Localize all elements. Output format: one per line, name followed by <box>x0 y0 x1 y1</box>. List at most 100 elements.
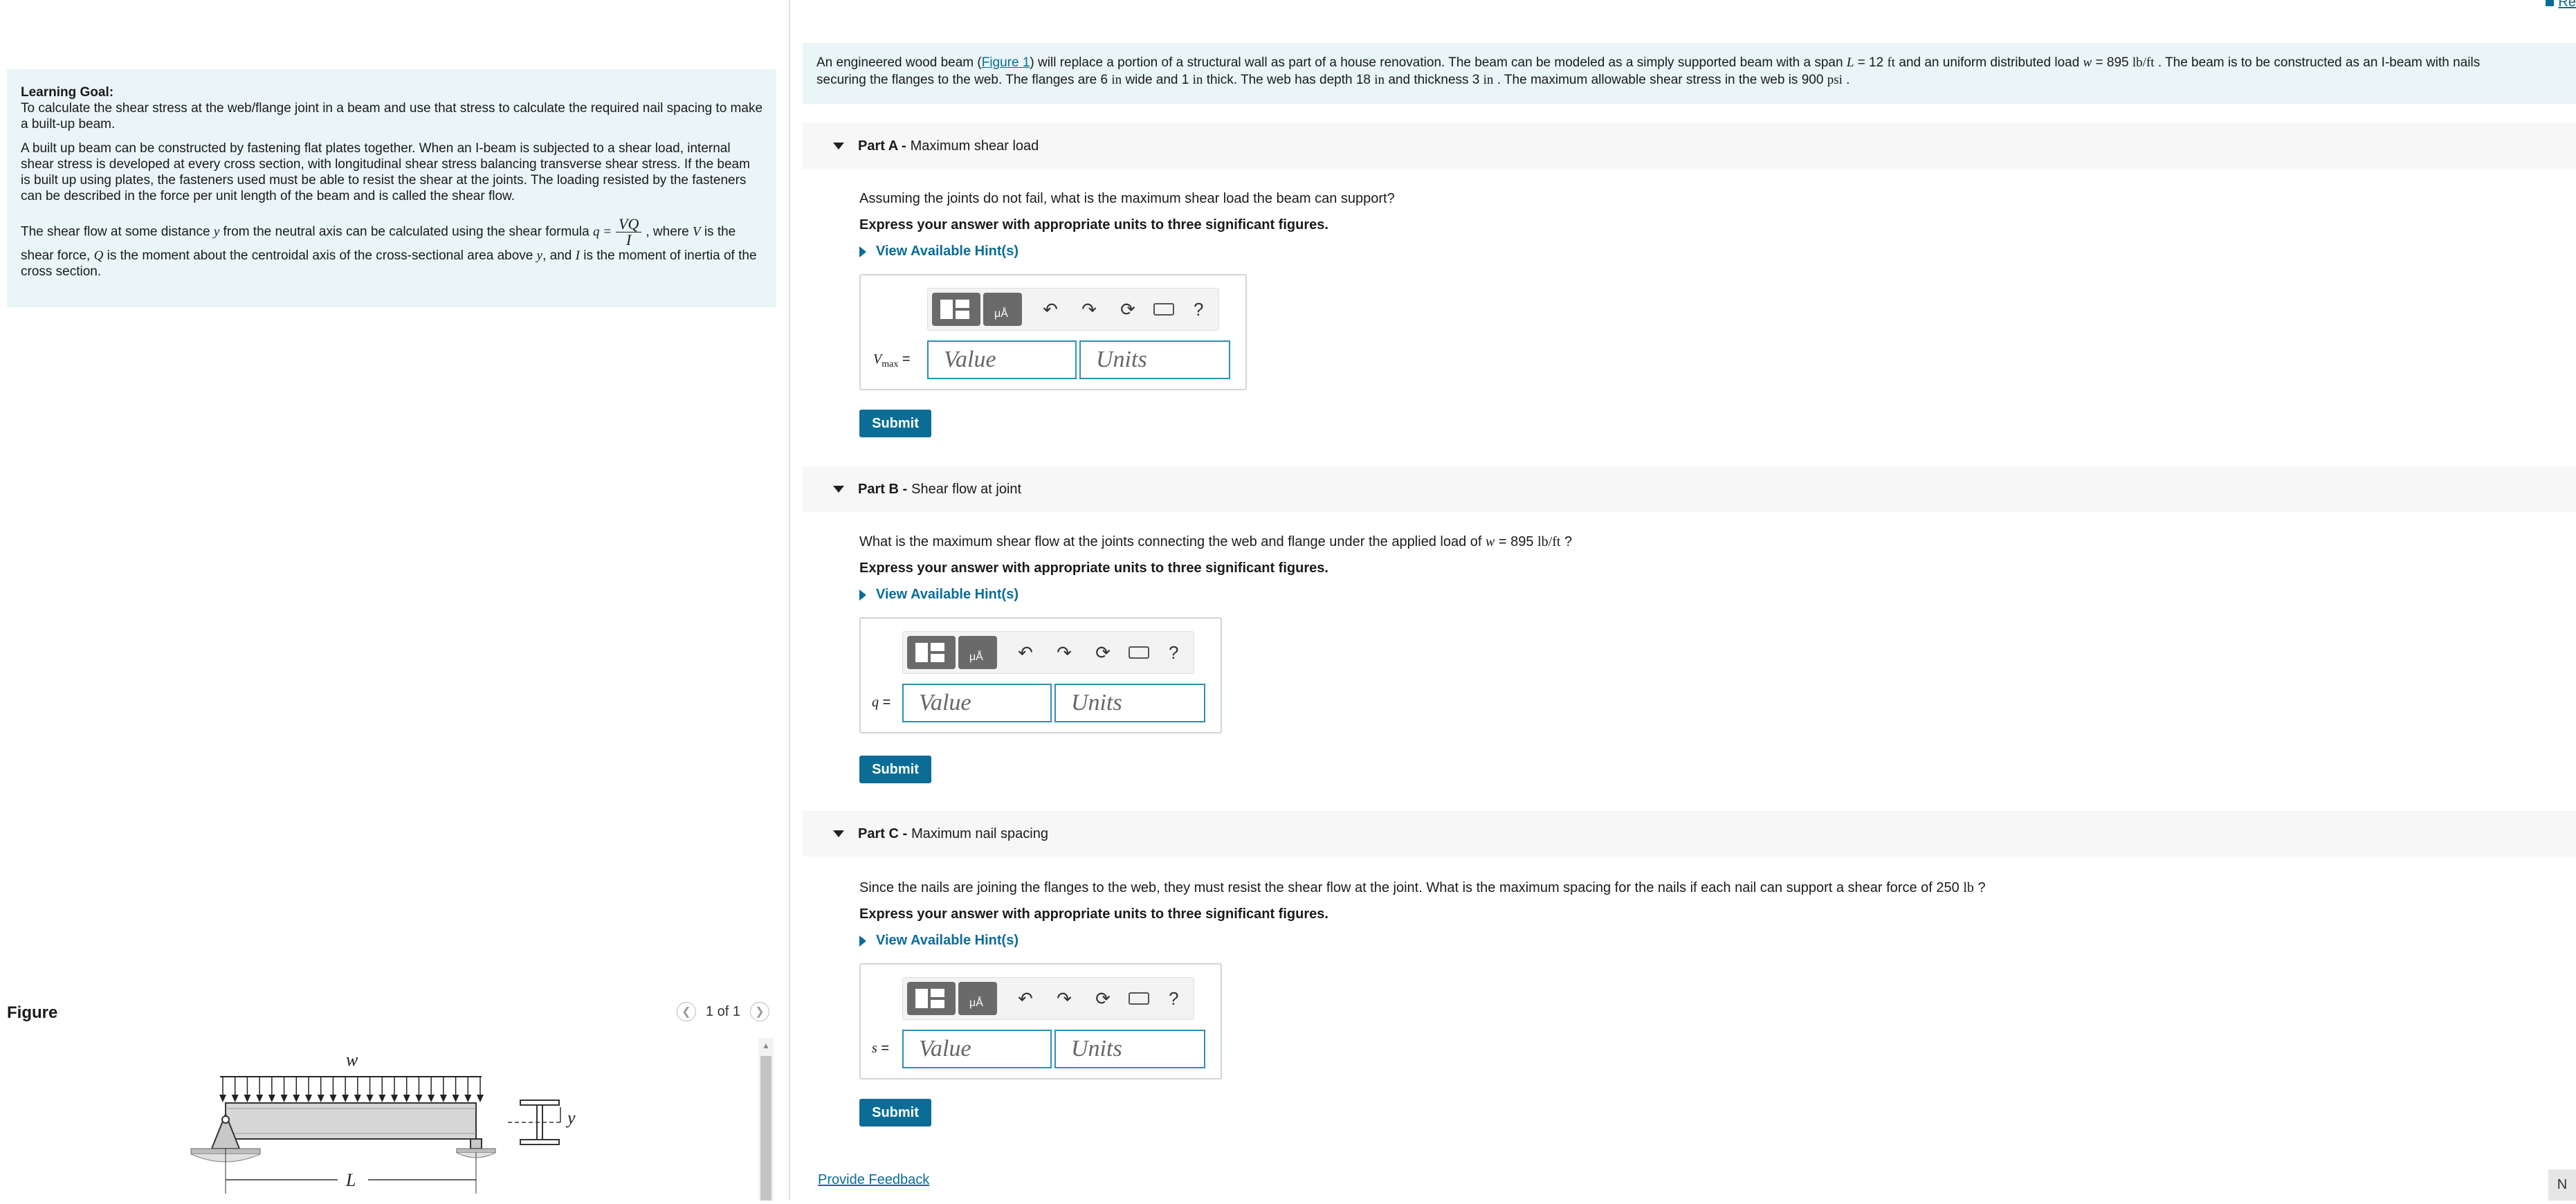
question-text: = 895 <box>1498 534 1534 549</box>
load-arrow-head <box>366 1095 374 1102</box>
part-b-question: What is the maximum shear flow at the jo… <box>859 534 1572 550</box>
part-b-answer-box: μÅ ↶ ↷ ⟳ ? q = Value Units <box>859 617 1222 733</box>
part-b-hint-toggle[interactable]: View Available Hint(s) <box>859 587 1018 603</box>
unit-in: in <box>1374 73 1385 87</box>
part-b-variable: q = <box>872 695 890 711</box>
part-c-question: Since the nails are joining the flanges … <box>859 880 1986 896</box>
shear-formula-fraction: VQ I <box>616 217 642 248</box>
reset-icon[interactable]: ⟳ <box>1093 642 1113 664</box>
review-link[interactable]: Re <box>2546 0 2576 10</box>
ground-right <box>456 1148 496 1153</box>
next-figure-button[interactable]: ❯ <box>750 1002 769 1021</box>
equals-sign: = <box>881 1041 890 1056</box>
scroll-up-icon: ▲ <box>762 1041 770 1050</box>
part-a-question: Assuming the joints do not fail, what is… <box>859 191 1395 206</box>
reset-icon[interactable]: ⟳ <box>1117 299 1138 320</box>
units-button[interactable]: μÅ <box>958 982 997 1015</box>
part-a-title: Maximum shear load <box>910 138 1039 154</box>
question-text: What is the maximum shear flow at the jo… <box>859 534 1482 549</box>
unit-lbft: lb/ft <box>2132 55 2155 70</box>
figure-1-link[interactable]: Figure 1 <box>982 55 1030 70</box>
unit-lbft: lb/ft <box>1537 534 1561 549</box>
learning-goal-title: Learning Goal: <box>21 85 114 100</box>
units-button[interactable]: μÅ <box>983 293 1022 326</box>
units-button[interactable]: μÅ <box>958 636 997 669</box>
problem-intro: An engineered wood beam (Figure 1) will … <box>803 43 2576 104</box>
scrollbar-thumb[interactable] <box>760 1056 771 1201</box>
figure-page-indicator: 1 of 1 <box>705 1003 740 1019</box>
beam-diagram: w L y <box>190 1050 576 1194</box>
undo-icon[interactable]: ↶ <box>1015 988 1036 1010</box>
provide-feedback-link[interactable]: Provide Feedback <box>818 1172 929 1188</box>
part-c-header[interactable]: Part C - Maximum nail spacing <box>803 811 2576 857</box>
part-b-units-input[interactable]: Units <box>1054 684 1205 722</box>
chevron-left-icon: ❮ <box>682 1006 691 1018</box>
intro-text: securing the flanges to the web. The fla… <box>816 73 1108 87</box>
part-b-header[interactable]: Part B - Shear flow at joint <box>803 466 2576 512</box>
part-a-hint-toggle[interactable]: View Available Hint(s) <box>859 244 1018 259</box>
load-label-w: w <box>346 1050 358 1070</box>
load-arrow-head <box>329 1095 337 1102</box>
load-arrow-head <box>439 1095 447 1102</box>
keyboard-icon[interactable] <box>1129 646 1149 659</box>
part-a-value-input[interactable]: Value <box>927 340 1077 379</box>
part-b-value-input[interactable]: Value <box>902 684 1052 722</box>
load-arrow-head <box>403 1095 410 1102</box>
load-arrow-head <box>415 1095 423 1102</box>
var-V: V <box>692 224 701 239</box>
part-a-variable: Vmax = <box>873 352 911 370</box>
undo-icon[interactable]: ↶ <box>1015 642 1036 664</box>
intro-text: and an uniform distributed load <box>1899 55 2080 70</box>
keyboard-icon[interactable] <box>1153 303 1174 316</box>
help-icon[interactable]: ? <box>1169 988 1178 1010</box>
question-text: ? <box>1564 534 1573 549</box>
keyboard-icon[interactable] <box>1129 992 1149 1005</box>
part-a-submit-button[interactable]: Submit <box>859 410 931 437</box>
learning-goal-para1: A built up beam can be constructed by fa… <box>21 141 750 203</box>
left-panel: Learning Goal: To calculate the shear st… <box>0 0 789 1201</box>
templates-button[interactable] <box>907 636 956 669</box>
part-c-submit-button[interactable]: Submit <box>859 1099 931 1127</box>
learning-goal-text: To calculate the shear stress at the web… <box>21 101 763 131</box>
redo-icon[interactable]: ↷ <box>1054 642 1075 664</box>
part-c-units-input[interactable]: Units <box>1054 1030 1205 1068</box>
formula-denominator: I <box>626 231 632 248</box>
redo-icon[interactable]: ↷ <box>1054 988 1075 1010</box>
help-icon[interactable]: ? <box>1169 642 1178 664</box>
expand-triangle-icon <box>859 935 866 947</box>
right-panel: Re An engineered wood beam (Figure 1) wi… <box>803 0 2576 1201</box>
help-icon[interactable]: ? <box>1194 299 1203 320</box>
hint-label: View Available Hint(s) <box>876 244 1018 259</box>
chevron-right-icon: ❯ <box>755 1006 765 1018</box>
intro-text: = 12 <box>1857 55 1884 70</box>
load-arrow-head <box>231 1095 239 1102</box>
undo-icon[interactable]: ↶ <box>1040 299 1061 320</box>
span-label-L: L <box>345 1170 356 1190</box>
figure-scrollbar[interactable]: ▲ <box>758 1038 774 1201</box>
unit-lb: lb <box>1963 880 1974 895</box>
load-arrow-head <box>280 1095 288 1102</box>
load-arrow-head <box>477 1095 484 1102</box>
hint-label: View Available Hint(s) <box>876 933 1018 948</box>
collapse-triangle-icon <box>833 143 844 149</box>
unit-in: in <box>1192 73 1203 87</box>
templates-button[interactable] <box>907 982 956 1015</box>
part-a-answer-box: μÅ ↶ ↷ ⟳ ? Vmax = Value Units <box>859 274 1247 390</box>
part-b-submit-button[interactable]: Submit <box>859 756 931 783</box>
intro-text: An engineered wood beam ( <box>816 55 982 70</box>
templates-button[interactable] <box>932 293 980 326</box>
part-a-header[interactable]: Part A - Maximum shear load <box>803 123 2576 169</box>
redo-icon[interactable]: ↷ <box>1079 299 1099 320</box>
part-a-units-input[interactable]: Units <box>1079 340 1230 379</box>
next-button[interactable]: N <box>2548 1169 2576 1201</box>
prev-figure-button[interactable]: ❮ <box>676 1002 696 1021</box>
part-b-label: Part B - <box>858 481 908 497</box>
var-V: V <box>873 352 882 367</box>
var-I: I <box>575 248 580 263</box>
part-c-value-input[interactable]: Value <box>902 1030 1052 1068</box>
reset-icon[interactable]: ⟳ <box>1093 988 1113 1010</box>
part-c-hint-toggle[interactable]: View Available Hint(s) <box>859 933 1018 949</box>
review-icon <box>2546 0 2555 6</box>
equals-sign: = <box>902 352 911 367</box>
formula-lhs: q = <box>592 224 612 239</box>
